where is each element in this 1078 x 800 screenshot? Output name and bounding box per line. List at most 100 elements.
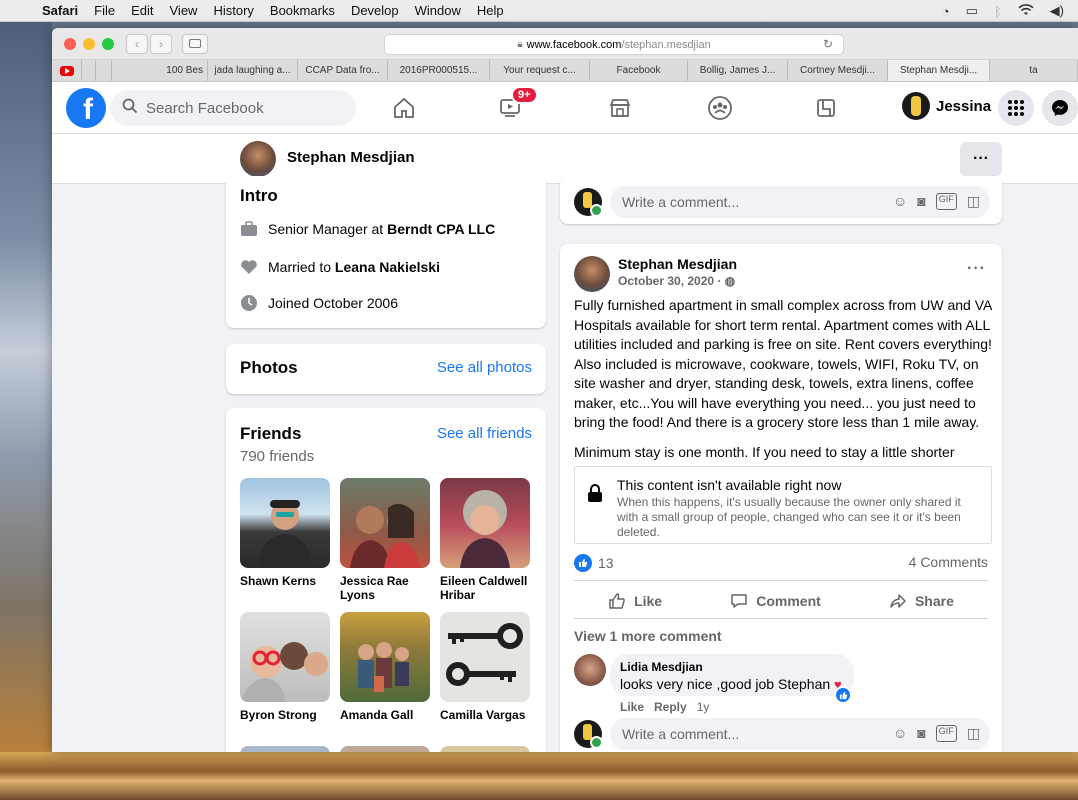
sidebar-toggle-button[interactable] xyxy=(182,33,208,54)
friend-name[interactable]: Jessica Rae Lyons xyxy=(340,574,430,602)
tab-bollig[interactable]: Bollig, James J... xyxy=(688,60,788,81)
friend-tile[interactable]: Shawn Kerns xyxy=(240,478,330,588)
friend-tile[interactable]: Amanda Gall xyxy=(340,612,430,722)
tab-youtube[interactable] xyxy=(52,60,82,81)
sticker-icon[interactable]: ◫ xyxy=(967,725,980,742)
emoji-icon[interactable]: ☺ xyxy=(893,725,907,742)
comment-text: looks very nice ,good job Stephan xyxy=(620,676,831,692)
bluetooth-icon[interactable]: ᛒ xyxy=(994,4,1002,19)
share-button[interactable]: Share xyxy=(871,588,972,614)
profile-more-button[interactable]: ··· xyxy=(960,142,1002,176)
intro-work-place[interactable]: Berndt CPA LLC xyxy=(387,221,495,237)
home-icon[interactable] xyxy=(390,94,418,122)
facebook-logo[interactable]: f xyxy=(66,88,106,128)
friend-name[interactable]: Eileen Caldwell Hribar xyxy=(440,574,530,602)
tab-2016pr[interactable]: 2016PR000515... xyxy=(388,60,490,81)
comment-like-reaction-icon[interactable] xyxy=(834,686,852,704)
gif-icon[interactable]: GIF xyxy=(935,725,957,742)
see-all-photos-link[interactable]: See all photos xyxy=(437,359,532,376)
camera-icon[interactable]: ◙ xyxy=(917,193,925,210)
zoom-window-button[interactable] xyxy=(102,37,114,50)
post-options-button[interactable]: ··· xyxy=(967,260,986,278)
menu-safari[interactable]: Safari xyxy=(34,3,86,18)
comment-count[interactable]: 4 Comments xyxy=(909,554,988,570)
tab-ta[interactable]: ta xyxy=(990,60,1078,81)
friend-name[interactable]: Byron Strong xyxy=(240,708,330,722)
post-date[interactable]: October 30, 2020 · ◍ xyxy=(618,274,735,288)
friend-tile[interactable]: Camilla Vargas xyxy=(440,612,530,722)
profile-name[interactable]: Stephan Mesdjian xyxy=(287,149,415,166)
comment-author-name[interactable]: Lidia Mesdjian xyxy=(620,660,844,674)
tab-100-bes[interactable]: 100 Bes xyxy=(112,60,208,81)
friend-name[interactable]: Amanda Gall xyxy=(340,708,430,722)
back-button[interactable]: ‹ xyxy=(126,33,148,54)
intro-joined-text: Joined October 2006 xyxy=(268,295,398,311)
forward-button[interactable]: › xyxy=(150,33,172,54)
friend-name[interactable]: Camilla Vargas xyxy=(440,708,530,722)
tab-your-request[interactable]: Your request c... xyxy=(490,60,590,81)
view-more-comments-link[interactable]: View 1 more comment xyxy=(574,628,722,644)
messenger-button[interactable] xyxy=(1042,90,1078,126)
gaming-icon[interactable] xyxy=(812,94,840,122)
comment-like-link[interactable]: Like xyxy=(620,700,644,714)
friend-tile[interactable] xyxy=(240,746,330,752)
menu-window[interactable]: Window xyxy=(407,3,469,18)
friend-photo xyxy=(440,746,530,752)
menu-view[interactable]: View xyxy=(162,3,206,18)
menu-grid-button[interactable] xyxy=(998,90,1034,126)
marketplace-icon[interactable] xyxy=(606,94,634,122)
screen-time-icon[interactable]: ◔ xyxy=(942,4,950,19)
profile-shortcut[interactable]: Jessina xyxy=(902,92,991,120)
menu-edit[interactable]: Edit xyxy=(123,3,161,18)
profile-avatar[interactable] xyxy=(240,141,276,177)
reload-icon[interactable]: ↻ xyxy=(823,37,833,51)
comment-bubble: Lidia Mesdjian looks very nice ,good job… xyxy=(610,654,854,696)
wifi-icon[interactable] xyxy=(1018,3,1034,19)
facebook-search[interactable] xyxy=(110,90,356,126)
address-bar[interactable]: 🔒︎ www.facebook.com /stephan.mesdjian ↻ xyxy=(384,34,844,55)
tab-ccap[interactable]: CCAP Data fro... xyxy=(298,60,388,81)
comment-input[interactable]: Write a comment... ☺ ◙ GIF ◫ xyxy=(610,186,990,218)
friend-tile[interactable]: Eileen Caldwell Hribar xyxy=(440,478,530,602)
intro-relationship-name[interactable]: Leana Nakielski xyxy=(335,259,440,275)
menu-file[interactable]: File xyxy=(86,3,123,18)
post-comment-input[interactable]: Write a comment... ☺ ◙ GIF ◫ xyxy=(610,718,990,750)
groups-icon[interactable] xyxy=(706,94,734,122)
sticker-icon[interactable]: ◫ xyxy=(967,193,980,210)
comment-button[interactable]: Comment xyxy=(712,588,839,614)
tab-stephan[interactable]: Stephan Mesdji... xyxy=(888,60,990,81)
tab-pinned-2[interactable] xyxy=(96,60,112,81)
gif-icon[interactable]: GIF xyxy=(935,193,957,210)
post-author-name[interactable]: Stephan Mesdjian xyxy=(618,256,737,272)
tab-jada[interactable]: jada laughing a... xyxy=(208,60,298,81)
camera-icon[interactable]: ◙ xyxy=(917,725,925,742)
comment-author-avatar[interactable] xyxy=(574,654,606,686)
reaction-summary[interactable]: 13 xyxy=(574,554,614,572)
menu-develop[interactable]: Develop xyxy=(343,3,407,18)
friend-tile[interactable]: Byron Strong xyxy=(240,612,330,722)
tab-cortney[interactable]: Cortney Mesdji... xyxy=(788,60,888,81)
comment-tools: ☺ ◙ GIF ◫ xyxy=(893,725,980,742)
tab-pinned-1[interactable] xyxy=(82,60,96,81)
search-input[interactable] xyxy=(146,99,336,117)
friend-tile[interactable] xyxy=(340,746,430,752)
airplay-icon[interactable]: ▭ xyxy=(966,3,978,19)
menu-bookmarks[interactable]: Bookmarks xyxy=(262,3,343,18)
tab-facebook[interactable]: Facebook xyxy=(590,60,688,81)
comment-reply-link[interactable]: Reply xyxy=(654,700,687,714)
menu-history[interactable]: History xyxy=(205,3,261,18)
url-host: www.facebook.com xyxy=(526,38,622,51)
emoji-icon[interactable]: ☺ xyxy=(893,193,907,210)
close-window-button[interactable] xyxy=(64,37,76,50)
friend-tile[interactable]: Jessica Rae Lyons xyxy=(340,478,430,602)
comment-age[interactable]: 1y xyxy=(697,700,710,714)
volume-icon[interactable]: ◀︎) xyxy=(1050,3,1064,19)
post-author-avatar[interactable] xyxy=(574,256,610,292)
menu-help[interactable]: Help xyxy=(469,3,512,18)
minimize-window-button[interactable] xyxy=(83,37,95,50)
friend-tile[interactable] xyxy=(440,746,530,752)
like-button[interactable]: Like xyxy=(590,588,680,614)
friend-name[interactable]: Shawn Kerns xyxy=(240,574,330,588)
see-all-friends-link[interactable]: See all friends xyxy=(437,425,532,442)
watch-icon[interactable]: 9+ xyxy=(496,86,538,122)
